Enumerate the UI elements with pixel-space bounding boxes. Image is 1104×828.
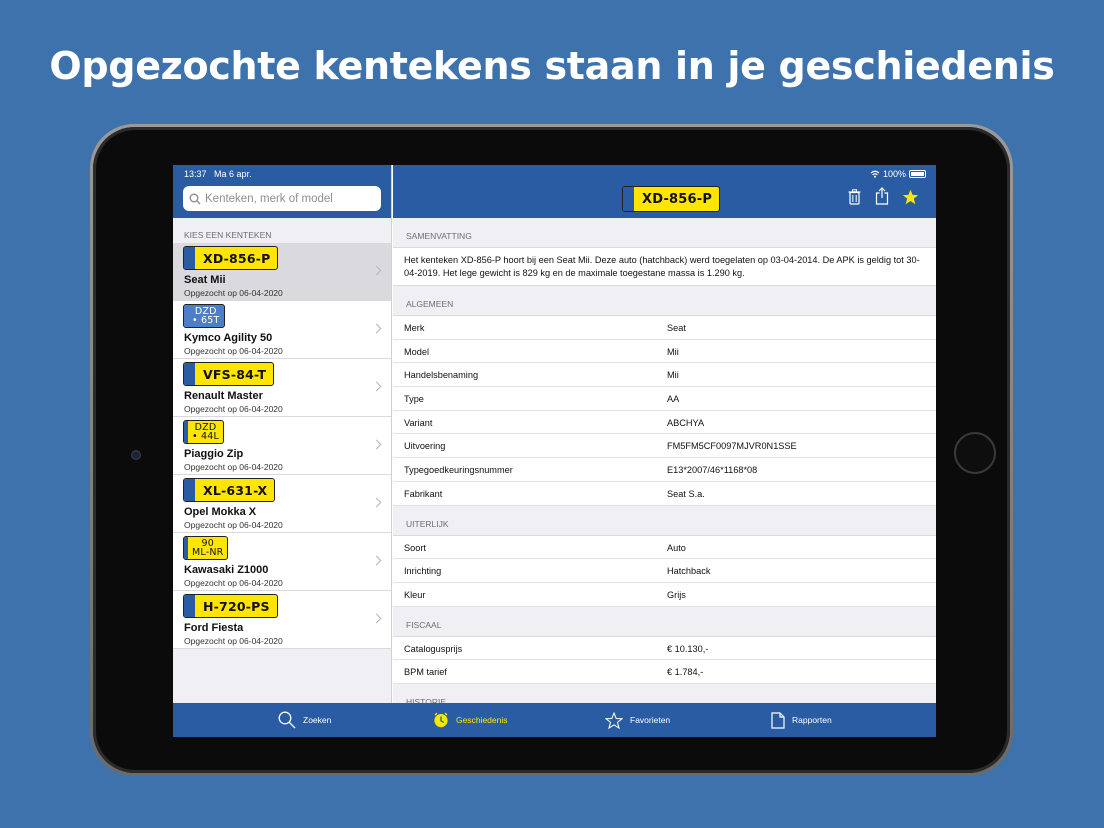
list-item[interactable]: VFS-84-T Renault Master Opgezocht op 06-… bbox=[173, 359, 391, 417]
chevron-right-icon bbox=[371, 381, 382, 392]
lookup-date: Opgezocht op 06-04-2020 bbox=[184, 520, 283, 530]
list-item[interactable]: XD-856-P Seat Mii Opgezocht op 06-04-202… bbox=[173, 243, 391, 301]
chevron-right-icon bbox=[371, 497, 382, 508]
table-row: Model Mii bbox=[393, 340, 936, 364]
table-row: Inrichting Hatchback bbox=[393, 559, 936, 583]
fiscaal-table: Catalogusprijs € 10.130,- BPM tarief € 1.7… bbox=[393, 635, 936, 684]
vehicle-name: Piaggio Zip bbox=[184, 448, 244, 460]
section-title: ALGEMEEN bbox=[406, 299, 454, 309]
lookup-date: Opgezocht op 06-04-2020 bbox=[184, 578, 283, 588]
license-plate: 90 ML-NR bbox=[183, 536, 229, 560]
lookup-date: Opgezocht op 06-04-2020 bbox=[184, 462, 283, 472]
license-plate: VFS-84-T bbox=[183, 362, 275, 386]
table-row: Kleur Grijs bbox=[393, 583, 936, 607]
chevron-right-icon bbox=[371, 439, 382, 450]
lookup-date: Opgezocht op 06-04-2020 bbox=[184, 404, 283, 414]
summary-text: Het kenteken XD-856-P hoort bij een Seat… bbox=[393, 247, 936, 286]
detail-header: 100% XD-856-P bbox=[393, 165, 936, 218]
algemeen-table: Merk Seat Model Mii Handelsbenaming Mii Typ… bbox=[393, 315, 936, 506]
table-row: Fabrikant Seat S.a. bbox=[393, 482, 936, 506]
lookup-date: Opgezocht op 06-04-2020 bbox=[184, 346, 283, 356]
share-icon[interactable] bbox=[875, 187, 889, 205]
table-row: Typegoedkeuringsnummer E13*2007/46*1168*0… bbox=[393, 458, 936, 482]
wifi-icon bbox=[870, 170, 880, 178]
search-icon bbox=[189, 193, 201, 204]
camera-dot bbox=[131, 450, 141, 460]
ipad-frame: 13:37 Ma 6 apr. KIES EEN KENTEKEN XD-856… bbox=[90, 124, 1013, 776]
license-plate: XD-856-P bbox=[183, 246, 279, 270]
search-field[interactable] bbox=[183, 186, 381, 211]
list-item[interactable]: XL-631-X Opel Mokka X Opgezocht op 06-04… bbox=[173, 475, 391, 533]
table-row: Uitvoering FM5FM5CF0097MJVR0N1SSE bbox=[393, 434, 936, 459]
tab-bar: Zoeken Geschiedenis Favorieten Rapporten bbox=[173, 703, 936, 737]
status-indicators: 100% bbox=[870, 169, 926, 179]
vehicle-name: Renault Master bbox=[184, 390, 263, 402]
screen: 13:37 Ma 6 apr. KIES EEN KENTEKEN XD-856… bbox=[173, 165, 936, 737]
chevron-right-icon bbox=[371, 323, 382, 334]
tab-geschiedenis[interactable]: Geschiedenis bbox=[433, 703, 508, 737]
search-input[interactable] bbox=[205, 192, 375, 205]
home-button[interactable] bbox=[954, 432, 996, 474]
status-clock: 13:37 Ma 6 apr. bbox=[184, 169, 252, 179]
uiterlijk-table: Soort Auto Inrichting Hatchback Kleur Grijs bbox=[393, 534, 936, 607]
vehicle-name: Ford Fiesta bbox=[184, 622, 244, 634]
section-title: SAMENVATTING bbox=[406, 231, 472, 241]
section-title: UITERLIJK bbox=[406, 518, 449, 529]
list-item[interactable]: 90 ML-NR Kawasaki Z1000 Opgezocht op 06-0… bbox=[173, 533, 391, 591]
tab-favorieten[interactable]: Favorieten bbox=[605, 703, 670, 737]
chevron-right-icon bbox=[371, 555, 382, 566]
table-row: Type AA bbox=[393, 387, 936, 411]
table-row: Catalogusprijs € 10.130,- bbox=[393, 637, 936, 661]
battery-level: 100% bbox=[882, 169, 906, 179]
license-plate: H-720-PS bbox=[183, 594, 278, 618]
section-title: FISCAAL bbox=[406, 619, 442, 630]
sidebar: 13:37 Ma 6 apr. KIES EEN KENTEKEN XD-856… bbox=[173, 165, 392, 703]
detail-license-plate: XD-856-P bbox=[622, 186, 721, 212]
chevron-right-icon bbox=[371, 265, 382, 276]
headline: Opgezochte kentekens staan in je geschie… bbox=[49, 44, 1055, 88]
detail-pane: 100% XD-856-P SAMENVATTING Het kenteken … bbox=[393, 165, 936, 707]
star-icon bbox=[605, 711, 623, 729]
sidebar-section-title: KIES EEN KENTEKEN bbox=[184, 230, 272, 240]
vehicle-name: Kawasaki Z1000 bbox=[184, 564, 269, 576]
list-item[interactable]: DZD • 44L Piaggio Zip Opgezocht op 06-04-… bbox=[173, 417, 391, 475]
table-row: BPM tarief € 1.784,- bbox=[393, 660, 936, 684]
license-plate: DZD • 65T bbox=[183, 304, 225, 328]
tab-rapporten[interactable]: Rapporten bbox=[771, 703, 832, 737]
table-row: Soort Auto bbox=[393, 536, 936, 560]
list-item[interactable]: DZD • 65T Kymco Agility 50 Opgezocht op 0… bbox=[173, 301, 391, 359]
table-row: Merk Seat bbox=[393, 316, 936, 340]
document-icon bbox=[771, 711, 785, 729]
vehicle-name: Kymco Agility 50 bbox=[184, 332, 273, 344]
lookup-date: Opgezocht op 06-04-2020 bbox=[184, 288, 283, 298]
list-item[interactable]: H-720-PS Ford Fiesta Opgezocht op 06-04-… bbox=[173, 591, 391, 649]
vehicle-name: Opel Mokka X bbox=[184, 506, 257, 518]
favorite-star-icon[interactable] bbox=[902, 189, 919, 205]
license-plate: DZD • 44L bbox=[183, 420, 225, 444]
search-icon bbox=[278, 711, 296, 729]
table-row: Handelsbenaming Mii bbox=[393, 363, 936, 388]
chevron-right-icon bbox=[371, 613, 382, 624]
table-row: Variant ABCHYA bbox=[393, 411, 936, 435]
vehicle-name: Seat Mii bbox=[184, 274, 226, 286]
lookup-date: Opgezocht op 06-04-2020 bbox=[184, 636, 283, 646]
sidebar-header: 13:37 Ma 6 apr. bbox=[173, 165, 391, 218]
license-plate: XL-631-X bbox=[183, 478, 276, 502]
trash-icon[interactable] bbox=[848, 189, 861, 205]
tab-zoeken[interactable]: Zoeken bbox=[278, 703, 331, 737]
clock-icon bbox=[434, 712, 448, 728]
battery-icon bbox=[909, 170, 926, 178]
